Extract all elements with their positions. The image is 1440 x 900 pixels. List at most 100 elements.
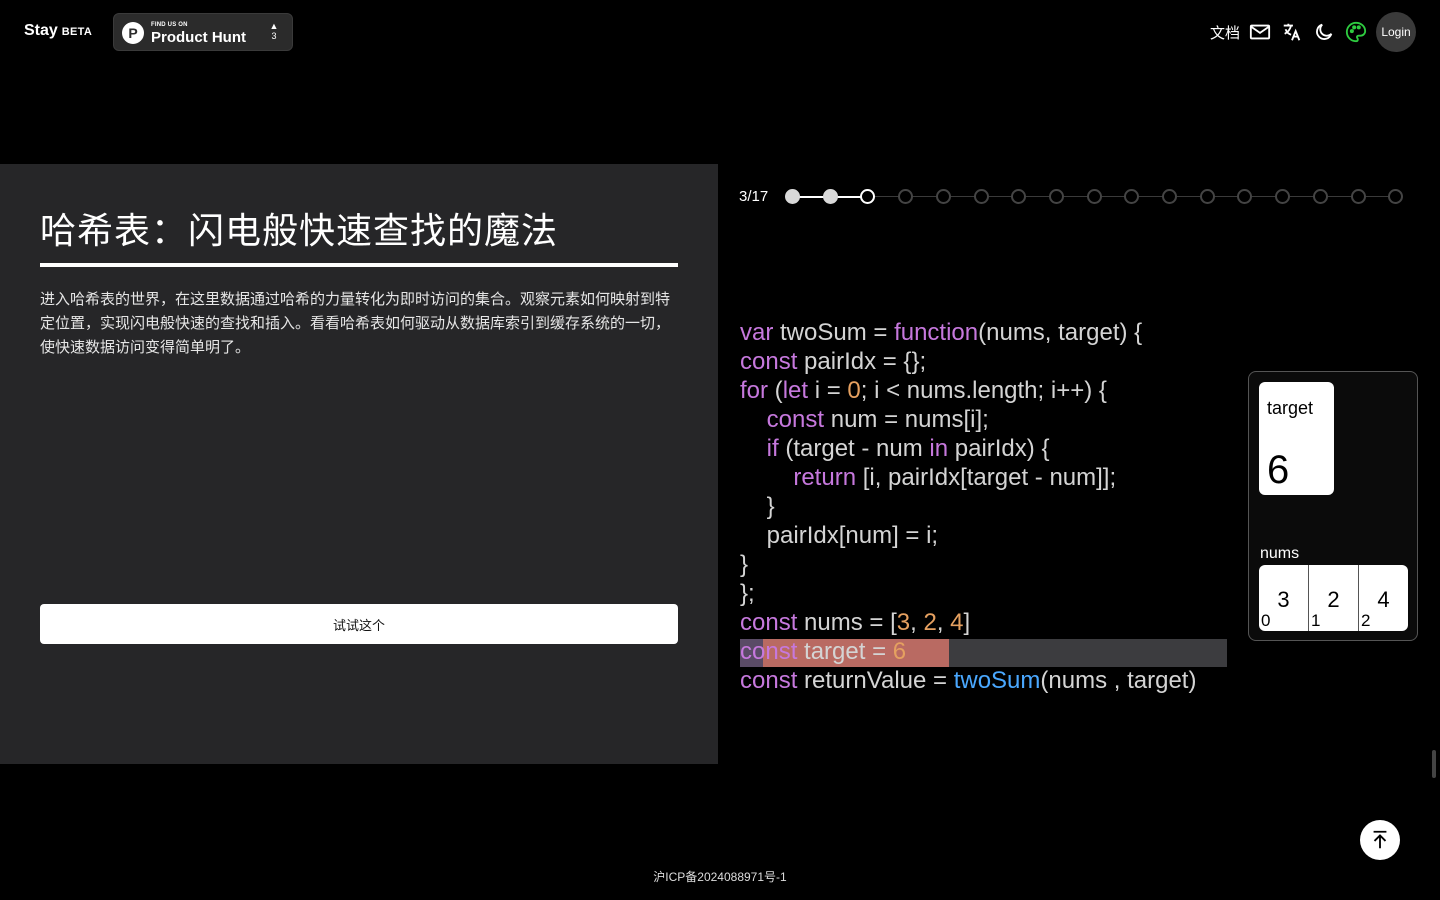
- code-token: let: [782, 377, 809, 404]
- code-token: ; i < nums.length; i++) {: [860, 377, 1107, 404]
- step-dot-1[interactable]: [785, 189, 800, 204]
- code-token: };: [740, 580, 755, 607]
- code-token: const: [766, 406, 825, 433]
- step-progress: 3/17: [739, 186, 1409, 208]
- lesson-description: 进入哈希表的世界，在这里数据通过哈希的力量转化为即时访问的集合。观察元素如何映射…: [40, 291, 671, 356]
- code-line: var twoSum = function(nums, target) {: [740, 318, 1196, 347]
- code-token: twoSum =: [773, 319, 895, 346]
- variable-value: 6: [1267, 448, 1290, 492]
- step-dot-6[interactable]: [973, 189, 989, 204]
- code-token: const: [740, 667, 798, 694]
- array-nums: 302142: [1259, 565, 1408, 631]
- code-line: };: [740, 579, 1196, 608]
- step-dot-14[interactable]: [1275, 189, 1291, 204]
- array-cell-value: 4: [1377, 587, 1390, 612]
- code-token: function: [894, 319, 979, 346]
- code-token: const: [740, 609, 798, 636]
- code-token: 6: [892, 638, 907, 665]
- top-bar: Stay BETA P FIND US ON Product Hunt ▲ 3 文…: [0, 0, 1440, 64]
- icp-footer[interactable]: 沪ICP备2024088971号-1: [0, 868, 1440, 885]
- code-token: pairIdx = {};: [797, 348, 927, 375]
- code-token: i =: [808, 377, 848, 404]
- upvote-arrow-icon: ▲: [269, 21, 279, 31]
- step-dot-13[interactable]: [1237, 189, 1253, 204]
- step-dot-8[interactable]: [1048, 189, 1064, 204]
- code-token: nums = [: [797, 609, 897, 636]
- array-cell-value: 2: [1327, 587, 1340, 612]
- step-dot-2[interactable]: [822, 189, 838, 204]
- step-counter: 3/17: [739, 188, 769, 205]
- docs-link[interactable]: 文档: [1210, 22, 1240, 43]
- array-cell-value: 3: [1277, 587, 1290, 612]
- code-token: [i, pairIdx[target - num]];: [856, 464, 1117, 491]
- code-line: if (target - num in pairIdx) {: [740, 434, 1196, 463]
- code-line: const nums = [3, 2, 4]: [740, 608, 1196, 637]
- code-line: const target = 6: [740, 637, 1196, 666]
- array-cell-index: 1: [1311, 611, 1321, 630]
- code-line: }: [740, 492, 1196, 521]
- code-token: var: [740, 319, 774, 346]
- step-dot-3[interactable]: [860, 189, 876, 204]
- code-token: in: [929, 435, 949, 462]
- code-token: const: [740, 638, 798, 665]
- header-actions: 文档 Login: [1210, 12, 1416, 52]
- translate-icon[interactable]: [1280, 20, 1304, 44]
- code-token: 0: [847, 377, 861, 404]
- code-line: const pairIdx = {};: [740, 347, 1196, 376]
- step-dot-10[interactable]: [1124, 189, 1140, 204]
- code-line: const num = nums[i];: [740, 405, 1196, 434]
- code-token: }: [740, 551, 749, 578]
- vote-count: 3: [271, 31, 277, 41]
- step-dot-16[interactable]: [1350, 189, 1366, 204]
- mail-icon[interactable]: [1248, 20, 1272, 44]
- step-dot-17[interactable]: [1388, 189, 1404, 204]
- try-this-button[interactable]: 试试这个: [40, 604, 678, 644]
- code-token: 3: [896, 609, 911, 636]
- code-token: const: [740, 348, 798, 375]
- code-token: (: [768, 377, 783, 404]
- step-dot-4[interactable]: [898, 189, 914, 204]
- product-hunt-badge[interactable]: P FIND US ON Product Hunt ▲ 3: [113, 13, 293, 51]
- code-view: var twoSum = function(nums, target) {con…: [740, 318, 1196, 695]
- array-cell: 21: [1309, 565, 1359, 631]
- beta-badge: BETA: [61, 26, 93, 38]
- step-dot-15[interactable]: [1312, 189, 1328, 204]
- code-token: ]: [963, 609, 971, 636]
- step-dot-5[interactable]: [935, 189, 951, 204]
- code-token: pairIdx) {: [948, 435, 1050, 462]
- palette-icon[interactable]: [1344, 20, 1368, 44]
- code-token: twoSum: [953, 667, 1041, 694]
- code-token: (nums, target) {: [978, 319, 1143, 346]
- step-dot-11[interactable]: [1162, 189, 1177, 204]
- product-hunt-name: Product Hunt: [151, 29, 246, 46]
- code-token: for: [740, 377, 769, 404]
- code-token: returnValue =: [797, 667, 954, 694]
- step-dot-9[interactable]: [1086, 189, 1102, 204]
- code-token: }: [740, 493, 775, 520]
- code-token: return: [793, 464, 857, 491]
- step-dot-12[interactable]: [1199, 189, 1215, 204]
- code-token: target =: [797, 638, 893, 665]
- brand-name: Stay: [24, 22, 58, 39]
- code-line: }: [740, 550, 1196, 579]
- moon-icon[interactable]: [1312, 20, 1336, 44]
- code-token: ,: [936, 609, 951, 636]
- variables-panel: target 6 nums 302142: [1248, 371, 1418, 641]
- brand-logo[interactable]: Stay BETA: [24, 22, 92, 40]
- code-line: for (let i = 0; i < nums.length; i++) {: [740, 376, 1196, 405]
- variable-target-card: target 6: [1259, 382, 1334, 495]
- code-line: const returnValue = twoSum(nums , target…: [740, 666, 1196, 695]
- scroll-to-top-button[interactable]: [1360, 820, 1400, 860]
- scrollbar-thumb[interactable]: [1432, 750, 1436, 778]
- login-button[interactable]: Login: [1376, 12, 1416, 52]
- code-token: 4: [950, 609, 964, 636]
- product-hunt-logo-icon: P: [122, 22, 144, 44]
- step-dot-7[interactable]: [1011, 189, 1027, 204]
- code-token: ,: [910, 609, 924, 636]
- array-cell-index: 0: [1261, 611, 1271, 630]
- array-cell: 42: [1359, 565, 1408, 631]
- array-cell-index: 2: [1361, 611, 1371, 630]
- code-token: pairIdx[num] = i;: [740, 522, 939, 549]
